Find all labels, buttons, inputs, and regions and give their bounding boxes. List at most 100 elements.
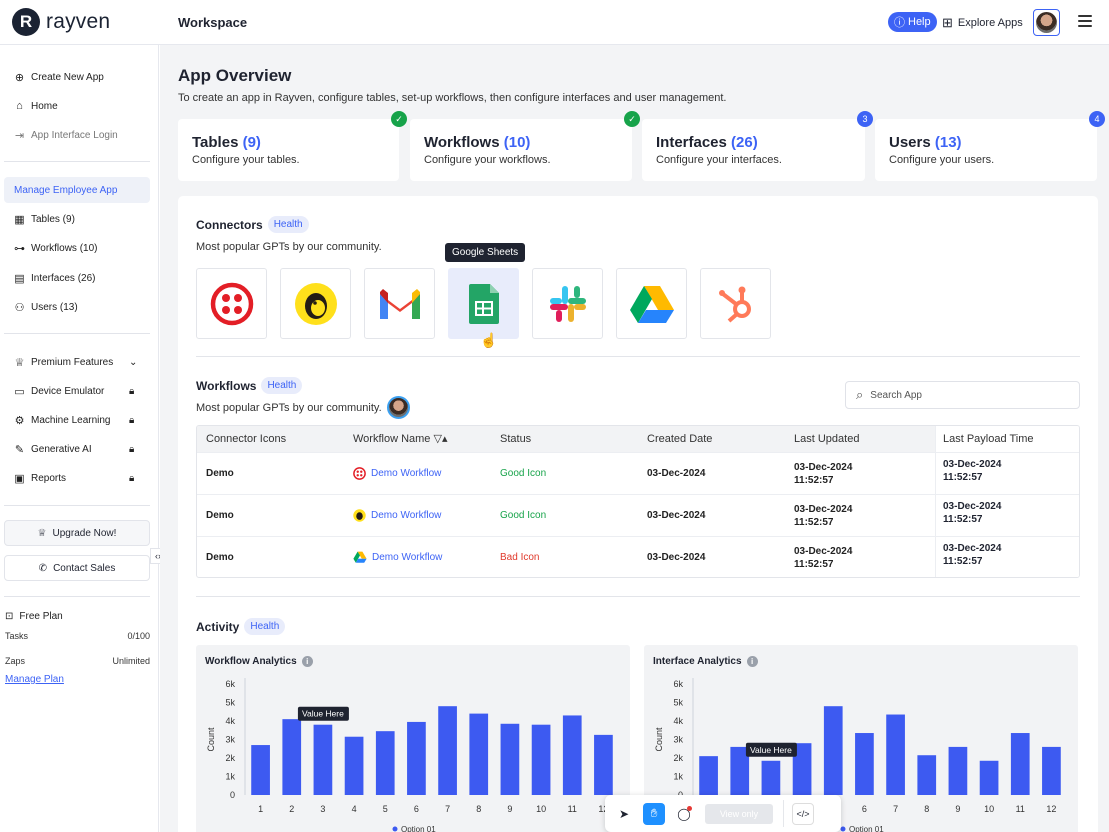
column-header[interactable]: Connector Icons	[206, 426, 286, 452]
bar	[699, 756, 718, 795]
y-tick-label: 4k	[225, 716, 235, 726]
sidebar-item-workflows[interactable]: ⊶ Workflows (10)	[14, 242, 98, 255]
contact-sales-button[interactable]: ✆ Contact Sales	[4, 555, 150, 581]
column-header[interactable]: Status	[500, 426, 531, 452]
y-tick-label: 5k	[673, 698, 683, 708]
sidebar: ⊕ Create New App ⌂ Home ⇥ App Interface Log…	[0, 45, 166, 832]
magic-icon: ✎	[14, 444, 25, 456]
table-row[interactable]: Demo Demo Workflow Good Icon 03-Dec-2024…	[197, 494, 1079, 537]
card-title: Users	[889, 134, 931, 151]
card-interfaces[interactable]: Interfaces (26) Configure your interface…	[642, 111, 873, 181]
sidebar-item-premium-features[interactable]: ♕ Premium Features ⌄	[14, 356, 139, 369]
crown-icon: ♕	[37, 527, 47, 539]
status-badge: Good Icon	[500, 510, 547, 521]
workflow-link[interactable]: Demo Workflow	[353, 551, 442, 563]
table-row[interactable]: Demo Demo Workflow Bad Icon 03-Dec-2024 …	[197, 536, 1079, 577]
sidebar-item-home[interactable]: ⌂ Home	[14, 100, 58, 112]
hand-tool-icon[interactable]: ✋︎	[643, 802, 665, 825]
x-tick-label: 4	[352, 804, 357, 814]
bar	[438, 706, 457, 795]
connector-google-sheets[interactable]	[448, 268, 519, 339]
bar	[1042, 746, 1061, 795]
connector-gmail[interactable]	[364, 268, 435, 339]
pointer-tool-icon[interactable]: ➤	[613, 803, 635, 825]
sidebar-item-label: Home	[31, 100, 58, 112]
workflow-link[interactable]: Demo Workflow	[353, 509, 441, 522]
x-tick-label: 5	[383, 804, 388, 814]
connector-mailchimp[interactable]	[280, 268, 351, 339]
filter-icon[interactable]: ▽	[434, 433, 442, 445]
sidebar-item-device-emulator[interactable]: ▭ Device Emulator 🔒︎	[14, 385, 139, 398]
card-workflows[interactable]: Workflows (10) Configure your workflows.…	[410, 111, 640, 181]
bar	[251, 745, 270, 795]
sidebar-item-create-new-app[interactable]: ⊕ Create New App	[14, 71, 104, 84]
code-icon[interactable]: </>	[792, 802, 814, 825]
bar	[500, 723, 520, 795]
bar	[344, 736, 364, 795]
created-date: 03-Dec-2024	[647, 510, 706, 521]
connector-hubspot[interactable]	[700, 268, 771, 339]
card-desc: Configure your users.	[889, 154, 995, 166]
sidebar-item-machine-learning[interactable]: ⚙ Machine Learning 🔒︎	[14, 414, 139, 427]
home-icon: ⌂	[16, 100, 23, 112]
sidebar-item-generative-ai[interactable]: ✎ Generative AI 🔒︎	[14, 443, 139, 456]
card-title: Workflows	[424, 134, 500, 151]
connector-twilio[interactable]	[196, 268, 267, 339]
view-only-button[interactable]: View only	[705, 803, 773, 824]
sidebar-item-interfaces[interactable]: ▤ Interfaces (26)	[14, 272, 95, 285]
bar-tooltip-text: Value Here	[302, 709, 344, 719]
y-tick-label: 1k	[225, 772, 235, 782]
sidebar-item-users[interactable]: ⚇ Users (13)	[14, 301, 78, 314]
health-pill[interactable]: Health	[267, 216, 309, 233]
help-button[interactable]: ⓘ Help	[888, 12, 937, 32]
connector-google-drive[interactable]	[616, 268, 687, 339]
bar	[917, 755, 937, 795]
free-plan-title: ⊡ Free Plan	[5, 611, 63, 622]
card-count: (9)	[242, 134, 261, 151]
contact-sales-label: Contact Sales	[53, 562, 116, 574]
bar	[313, 724, 333, 795]
search-input[interactable]: ⌕ Search App	[845, 381, 1080, 409]
column-header-workflow-name[interactable]: Workflow Name ▽▴	[353, 426, 448, 452]
avatar[interactable]	[1033, 9, 1060, 36]
sidebar-item-label: Create New App	[31, 72, 104, 83]
table-row[interactable]: Demo Demo Workflow Good Icon 03-Dec-2024…	[197, 452, 1079, 495]
card-users[interactable]: Users (13) Configure your users. 4	[875, 111, 1105, 181]
legend-marker	[840, 826, 846, 832]
x-tick-label: 3	[320, 804, 325, 814]
sidebar-item-label: Users (13)	[31, 302, 78, 313]
column-header[interactable]: Last Updated	[794, 426, 859, 452]
logo-mark: R	[12, 8, 40, 36]
column-header[interactable]: Last Payload Time	[935, 426, 1079, 452]
y-tick-label: 0	[230, 790, 235, 800]
tasks-value: 0/100	[127, 631, 150, 641]
connector-slack[interactable]	[532, 268, 603, 339]
main-content: App Overview To create an app in Rayven,…	[160, 45, 1109, 832]
upgrade-now-button[interactable]: ♕ Upgrade Now!	[4, 520, 150, 546]
manage-plan-link[interactable]: Manage Plan	[5, 674, 150, 685]
sort-up-icon[interactable]: ▴	[442, 433, 448, 445]
divider	[4, 505, 150, 506]
card-count: (10)	[503, 134, 531, 151]
workflow-link[interactable]: Demo Workflow	[353, 467, 441, 480]
hamburger-menu-icon[interactable]	[1078, 15, 1092, 30]
table-header: Connector Icons Workflow Name ▽▴ Status …	[197, 426, 1079, 452]
sidebar-item-tables[interactable]: ▦ Tables (9)	[14, 213, 75, 226]
health-pill[interactable]: Health	[261, 377, 303, 394]
health-pill[interactable]: Health	[244, 618, 286, 635]
card-tables[interactable]: Tables (9) Configure your tables. ✓	[178, 111, 407, 181]
x-tick-label: 8	[476, 804, 481, 814]
count-badge: 3	[857, 111, 873, 127]
bar	[948, 746, 968, 795]
sidebar-item-label: Generative AI	[31, 444, 92, 455]
sidebar-item-reports[interactable]: ▣ Reports 🔒︎	[14, 472, 139, 485]
y-tick-label: 6k	[225, 679, 235, 689]
rayven-logo[interactable]: R rayven	[12, 8, 110, 36]
comment-tool-icon[interactable]: ◯	[673, 803, 695, 825]
sidebar-item-app-interface-login[interactable]: ⇥ App Interface Login	[14, 129, 118, 142]
tasks-label: Tasks	[5, 631, 29, 641]
explore-apps-label: Explore Apps	[957, 17, 1023, 29]
sidebar-item-manage-employee-app[interactable]: Manage Employee App	[4, 177, 150, 203]
explore-apps-button[interactable]: ⊞ Explore Apps	[942, 15, 1023, 31]
column-header[interactable]: Created Date	[647, 426, 712, 452]
